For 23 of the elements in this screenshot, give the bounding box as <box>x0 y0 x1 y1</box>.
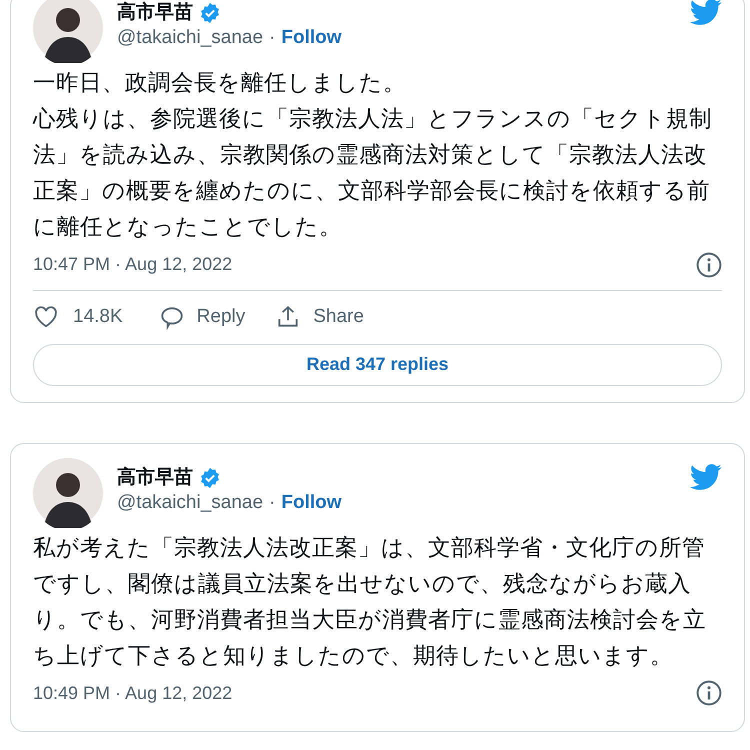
author-handle[interactable]: @takaichi_sanae <box>117 490 264 516</box>
info-icon[interactable] <box>696 252 722 278</box>
follow-link[interactable]: Follow <box>281 25 342 51</box>
author-name[interactable]: 高市早苗 <box>117 1 193 25</box>
tweet-text: 一昨日、政調会長を離任しました。 <box>33 69 407 97</box>
author-name[interactable]: 高市早苗 <box>117 466 193 490</box>
avatar[interactable] <box>33 458 103 528</box>
tweet-text: 私が考えた「宗教法人法改正案」は、文部科学省・文化庁の所管ですし、閣僚は議員立法案を出せないので、残念ながらお蔵入り。でも、河野消費者担当大臣が消費者庁に霊感商法検討会を立ち上げて下さると知りましたので、期待したいと思います。 <box>33 534 707 670</box>
timestamp[interactable]: 10:47 PM · Aug 12, 2022 <box>33 251 232 278</box>
author-handle[interactable]: @takaichi_sanae <box>117 25 264 51</box>
reply-button[interactable]: Reply <box>158 303 246 332</box>
info-icon[interactable] <box>696 680 722 706</box>
like-button[interactable]: 14.8K <box>33 303 123 332</box>
separator: · <box>269 26 276 50</box>
separator: · <box>269 490 276 514</box>
read-replies-button[interactable]: Read 347 replies <box>33 344 722 386</box>
timestamp[interactable]: 10:49 PM · Aug 12, 2022 <box>33 680 232 706</box>
bird-icon <box>690 0 722 26</box>
share-button[interactable]: Share <box>275 303 364 332</box>
follow-link[interactable]: Follow <box>281 490 342 516</box>
avatar[interactable] <box>33 0 103 63</box>
bird-icon <box>690 464 722 490</box>
tweet-text: 心残りは、参院選後に「宗教法人法」とフランスの「セクト規制法」を読み込み、宗教関係の霊感商法対策として「宗教法人法改正案」の概要を纏めたのに、文部科学部会長に検討を依頼する前に離任となったことでした。 <box>33 105 713 241</box>
